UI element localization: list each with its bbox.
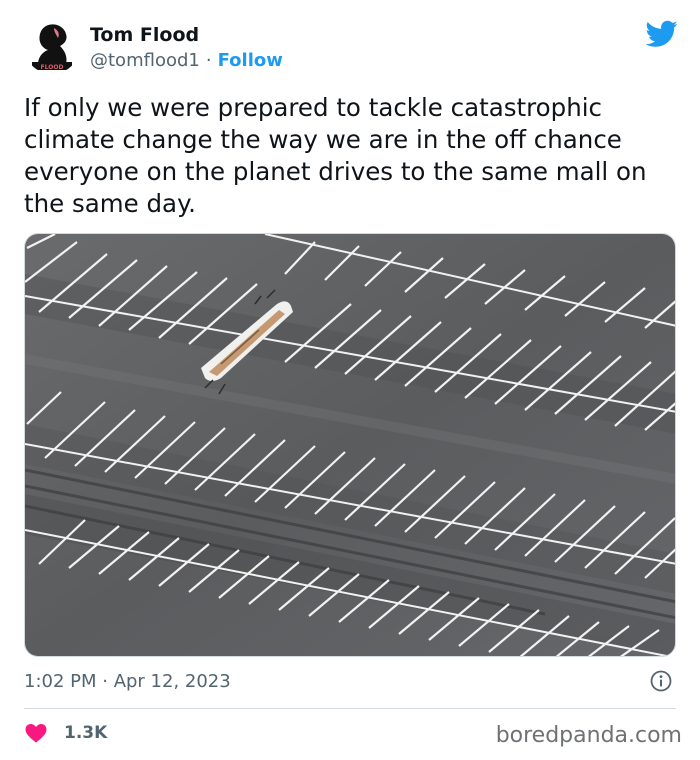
like-button[interactable]: 1.3K [24, 720, 107, 746]
tweet-text: If only we were prepared to tackle catas… [24, 93, 647, 218]
heart-icon [25, 724, 47, 743]
author-display-name[interactable]: Tom Flood [90, 22, 199, 48]
author-handle[interactable]: @tomflood1 [90, 50, 200, 71]
tweet-media-photo[interactable] [24, 233, 676, 657]
avatar-silhouette-icon: FLOOD [24, 18, 80, 74]
author-handle-row: @tomflood1 · Follow [90, 49, 283, 73]
info-icon[interactable] [650, 670, 672, 692]
watermark: boredpanda.com [495, 723, 682, 748]
tweet-timestamp[interactable]: 1:02 PM · Apr 12, 2023 [24, 670, 231, 694]
divider [24, 708, 676, 709]
follow-button[interactable]: Follow [218, 50, 283, 71]
parking-lot-photo [25, 234, 675, 656]
avatar[interactable]: FLOOD [24, 18, 80, 74]
separator-dot: · [205, 50, 212, 71]
twitter-bird-icon[interactable] [645, 20, 678, 48]
like-count: 1.3K [64, 723, 108, 743]
svg-text:FLOOD: FLOOD [41, 64, 64, 71]
